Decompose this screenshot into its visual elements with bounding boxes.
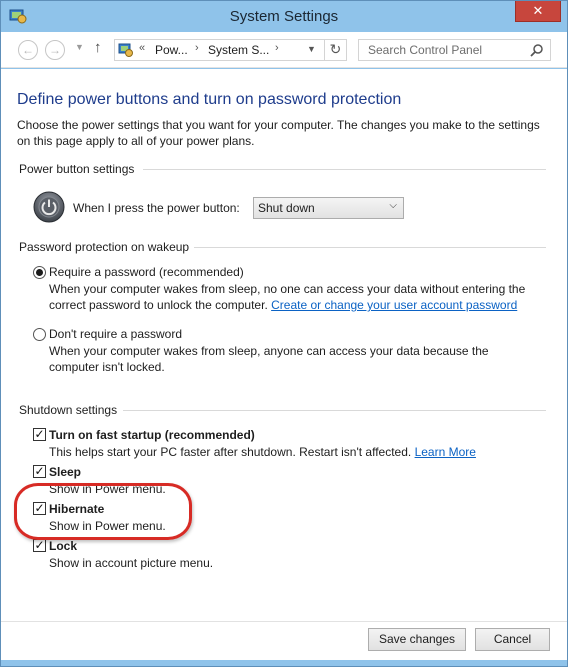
shutdown-section-title: Shutdown settings bbox=[19, 403, 118, 417]
power-button-action-select[interactable]: Shut down ⌵ bbox=[253, 197, 404, 219]
window-bottom-border bbox=[1, 660, 567, 666]
search-icon[interactable] bbox=[530, 43, 544, 57]
change-password-link[interactable]: Create or change your user account passw… bbox=[271, 298, 517, 312]
power-button-label: When I press the power button: bbox=[73, 201, 240, 215]
fast-startup-description: This helps start your PC faster after sh… bbox=[49, 445, 476, 459]
lock-description: Show in account picture menu. bbox=[49, 556, 214, 570]
lock-checkbox[interactable]: ✓ bbox=[33, 539, 46, 552]
search-box[interactable] bbox=[358, 39, 551, 61]
power-icon bbox=[33, 191, 65, 223]
main-content: Define power buttons and turn on passwor… bbox=[1, 69, 567, 621]
refresh-button[interactable]: ↻ bbox=[324, 39, 346, 61]
require-password-label[interactable]: Require a password (recommended) bbox=[49, 265, 244, 279]
navigation-bar: ← → ▼ ↑ « Pow... › System S... › ▼ ↻ bbox=[1, 32, 567, 68]
no-password-description: When your computer wakes from sleep, any… bbox=[49, 344, 489, 374]
search-input[interactable] bbox=[359, 40, 524, 60]
sleep-checkbox[interactable]: ✓ bbox=[33, 465, 46, 478]
forward-button[interactable]: → bbox=[45, 40, 65, 60]
breadcrumb-overflow[interactable]: « bbox=[139, 42, 145, 54]
page-description: Choose the power settings that you want … bbox=[17, 118, 540, 148]
window-title: System Settings bbox=[229, 8, 339, 25]
address-dropdown-icon[interactable]: ▼ bbox=[307, 44, 316, 54]
address-bar[interactable]: « Pow... › System S... › ▼ ↻ bbox=[114, 39, 347, 61]
learn-more-link[interactable]: Learn More bbox=[415, 445, 476, 459]
fast-startup-text: This helps start your PC faster after sh… bbox=[49, 445, 412, 459]
require-password-description: When your computer wakes from sleep, no … bbox=[49, 281, 529, 313]
save-changes-button[interactable]: Save changes bbox=[368, 628, 466, 651]
up-button[interactable]: ↑ bbox=[94, 39, 102, 56]
no-password-radio[interactable] bbox=[33, 328, 46, 341]
sleep-label[interactable]: Sleep bbox=[49, 465, 81, 479]
lock-label[interactable]: Lock bbox=[49, 539, 77, 553]
recent-locations-button[interactable]: ▼ bbox=[75, 42, 84, 52]
title-bar[interactable]: System Settings ✕ bbox=[1, 1, 567, 32]
section-divider bbox=[123, 410, 546, 411]
back-button[interactable]: ← bbox=[18, 40, 38, 60]
breadcrumb-separator-icon[interactable]: › bbox=[275, 42, 279, 54]
selected-action: Shut down bbox=[258, 201, 315, 215]
breadcrumb-item[interactable]: System S... bbox=[208, 43, 269, 57]
chevron-down-icon: ⌵ bbox=[389, 200, 397, 211]
page-title: Define power buttons and turn on passwor… bbox=[17, 91, 402, 108]
close-button[interactable]: ✕ bbox=[515, 1, 561, 22]
breadcrumb-separator-icon[interactable]: › bbox=[195, 42, 199, 54]
require-password-radio[interactable] bbox=[33, 266, 46, 279]
footer-bar: Save changes Cancel bbox=[1, 621, 567, 660]
hibernate-highlight-annotation bbox=[14, 483, 192, 540]
breadcrumb-item[interactable]: Pow... bbox=[155, 43, 188, 57]
control-panel-icon bbox=[118, 43, 133, 57]
fast-startup-label[interactable]: Turn on fast startup (recommended) bbox=[49, 428, 255, 442]
no-password-label[interactable]: Don't require a password bbox=[49, 327, 182, 341]
section-divider bbox=[143, 169, 546, 170]
system-settings-window: System Settings ✕ ← → ▼ ↑ « Pow... › Sys… bbox=[0, 0, 568, 667]
section-divider bbox=[194, 247, 546, 248]
cancel-button[interactable]: Cancel bbox=[475, 628, 550, 651]
password-section-title: Password protection on wakeup bbox=[19, 240, 190, 254]
power-section-title: Power button settings bbox=[19, 162, 135, 176]
fast-startup-checkbox[interactable]: ✓ bbox=[33, 428, 46, 441]
